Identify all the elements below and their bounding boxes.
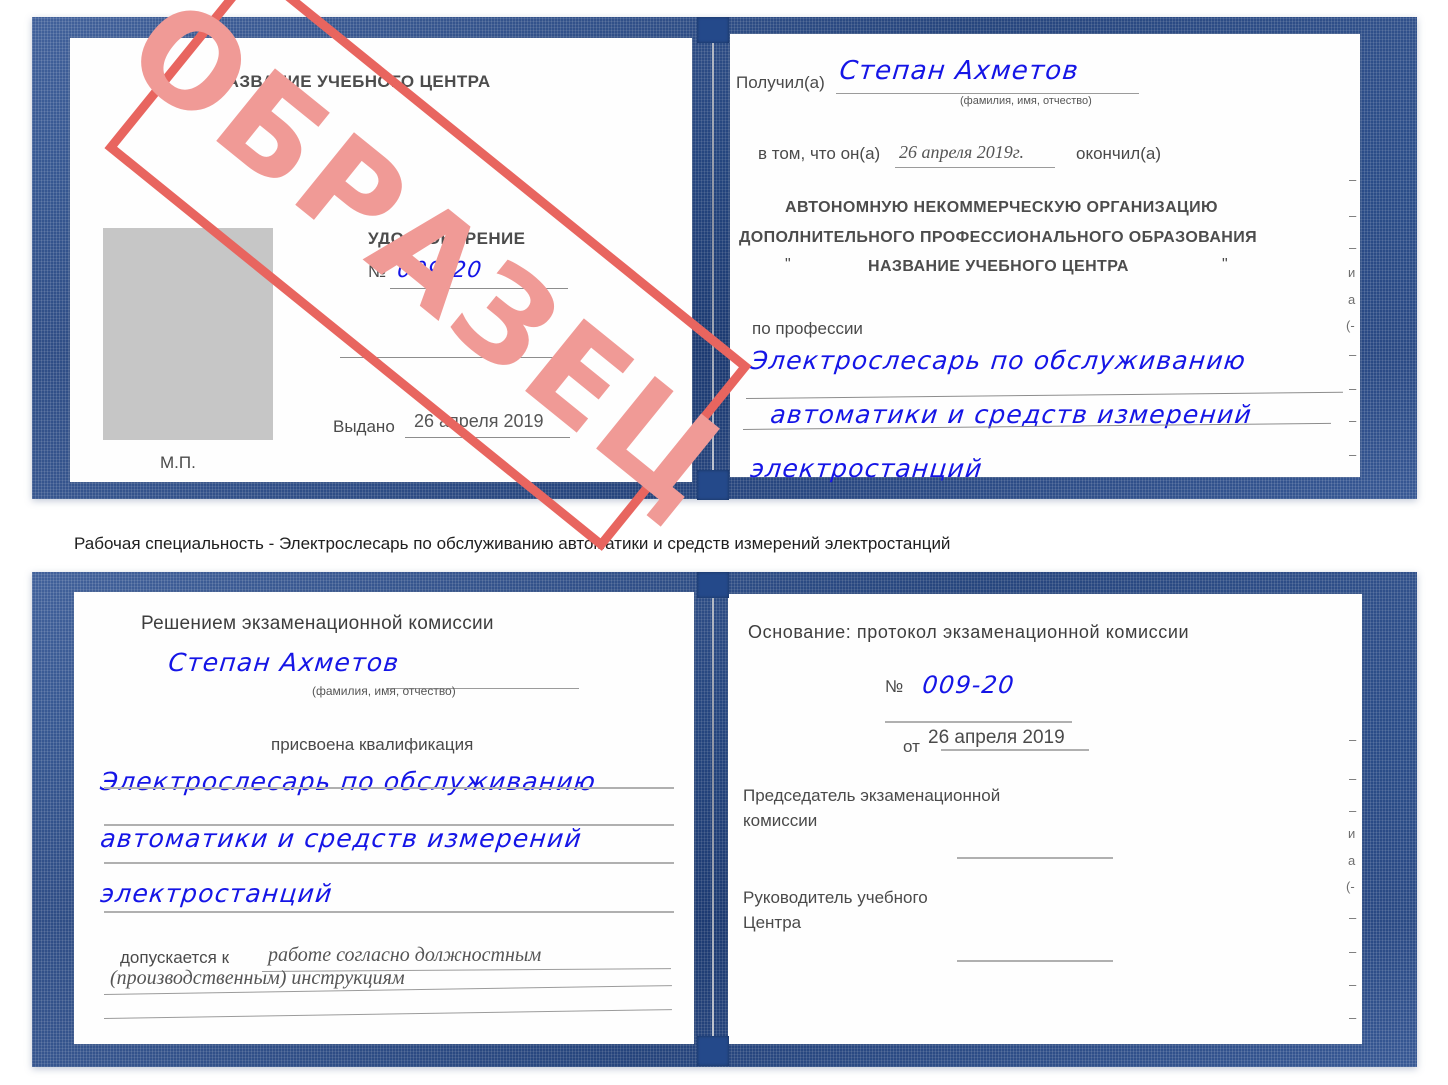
bottom-left-qual-line1: Электрослесарь по обслуживанию <box>99 767 598 796</box>
top-right-edge-mark-0: – <box>1349 172 1357 187</box>
bottom-left-fio-hint: (фамилия, имя, отчество) <box>312 684 456 698</box>
top-left-heading: НАЗВАНИЕ УЧЕБНОГО ЦЕНТРА <box>214 72 491 91</box>
top-left-number-value: 009-20 <box>396 258 484 283</box>
top-right-edge-mark-6: – <box>1349 347 1357 362</box>
top-left-number-label: № <box>368 262 387 281</box>
bottom-right-edge-mark-4: а <box>1348 853 1356 868</box>
bottom-left-qual-rule4 <box>104 911 674 913</box>
top-right-org-line2: ДОПОЛНИТЕЛЬНОГО ПРОФЕССИОНАЛЬНОГО ОБРАЗО… <box>739 229 1258 246</box>
certificate-top-spine-notch <box>697 17 729 43</box>
top-right-profession-line3: электростанций <box>749 454 985 483</box>
top-left-seal-label: М.П. <box>160 453 196 472</box>
bottom-right-chairman-line2: комиссии <box>743 811 818 830</box>
bottom-right-edge-mark-2: – <box>1349 803 1357 818</box>
top-right-received-label: Получил(а) <box>736 73 825 92</box>
top-right-edge-mark-2: – <box>1349 240 1357 255</box>
certificate-top-spine-notch-bottom <box>697 470 729 500</box>
top-right-org-quote-close: " <box>1222 256 1228 273</box>
bottom-right-number-value: 009-20 <box>921 671 1017 699</box>
top-right-profession-label: по профессии <box>752 319 863 338</box>
bottom-right-head-line1: Руководитель учебного <box>743 888 928 907</box>
top-left-title: УДОСТОВЕРЕНИЕ <box>368 229 526 248</box>
bottom-right-edge-mark-6: – <box>1349 910 1357 925</box>
bottom-left-qualification-label: присвоена квалификация <box>271 735 474 754</box>
top-right-that-value: 26 апреля 2019г. <box>899 142 1025 162</box>
photo-placeholder <box>103 228 273 440</box>
bottom-left-qual-line2: автоматики и средств измерений <box>99 824 584 853</box>
bottom-right-number-rule <box>885 721 1072 723</box>
bottom-left-admitted-value1: работе согласно должностным <box>268 944 542 966</box>
bottom-left-qual-rule1 <box>104 787 674 789</box>
top-left-number-rule <box>390 288 568 289</box>
bottom-right-basis-label: Основание: протокол экзаменационной коми… <box>748 622 1190 642</box>
top-right-edge-mark-3: и <box>1348 265 1356 280</box>
certificate-bottom-right-page <box>728 594 1362 1044</box>
caption-text: Рабочая специальность - Электрослесарь п… <box>74 534 951 553</box>
certificate-bottom-spine-notch <box>697 572 729 598</box>
top-left-issued-value: 26 апреля 2019 <box>414 411 544 431</box>
top-right-edge-mark-8: – <box>1349 413 1357 428</box>
certificate-bottom-spine-notch-bottom <box>697 1036 729 1066</box>
bottom-right-head-line2: Центра <box>743 913 802 932</box>
bottom-left-name-value: Степан Ахметов <box>167 648 401 677</box>
bottom-left-admitted-value2: (производственным) инструкциям <box>110 967 405 989</box>
top-right-org-quote-open: " <box>785 256 791 273</box>
top-right-edge-mark-9: – <box>1349 447 1357 462</box>
bottom-right-edge-mark-8: – <box>1349 977 1357 992</box>
top-right-edge-mark-5: (- <box>1346 318 1355 333</box>
bottom-left-admitted-label: допускается к <box>120 948 230 967</box>
top-right-edge-mark-4: а <box>1348 292 1356 307</box>
top-right-fio-hint: (фамилия, имя, отчество) <box>960 95 1092 107</box>
top-right-that-rule <box>895 167 1055 168</box>
certificate-top-spine <box>712 38 714 480</box>
bottom-right-head-signature-rule <box>957 960 1113 962</box>
bottom-right-edge-mark-3: и <box>1348 826 1356 841</box>
bottom-right-edge-mark-9: – <box>1349 1010 1357 1025</box>
bottom-right-chairman-signature-rule <box>957 857 1113 859</box>
top-right-received-rule <box>836 93 1139 94</box>
top-right-finished-label: окончил(а) <box>1076 144 1161 163</box>
top-right-org-line1: АВТОНОМНУЮ НЕКОММЕРЧЕСКУЮ ОРГАНИЗАЦИЮ <box>785 199 1218 216</box>
bottom-right-edge-mark-7: – <box>1349 944 1357 959</box>
top-right-edge-mark-1: – <box>1349 208 1357 223</box>
top-right-received-value: Степан Ахметов <box>838 56 1081 86</box>
top-right-that-label: в том, что он(а) <box>758 144 881 163</box>
top-left-issued-rule <box>405 437 570 438</box>
bottom-right-date-value: 26 апреля 2019 <box>928 727 1065 748</box>
top-right-profession-line1: Электрослесарь по обслуживанию <box>749 346 1248 375</box>
bottom-right-date-label: от <box>903 737 920 756</box>
top-left-blank-rule <box>340 357 569 358</box>
top-right-edge-mark-7: – <box>1349 381 1357 396</box>
bottom-right-chairman-line1: Председатель экзаменационной <box>743 786 1001 805</box>
bottom-left-heading: Решением экзаменационной комиссии <box>141 613 494 634</box>
bottom-left-qual-line3: электростанций <box>99 879 335 908</box>
bottom-right-date-rule <box>941 749 1089 751</box>
bottom-right-number-label: № <box>885 677 904 696</box>
bottom-right-edge-mark-0: – <box>1349 732 1357 747</box>
certificate-bottom-spine <box>712 594 714 1044</box>
top-left-issued-label: Выдано <box>333 417 395 436</box>
top-right-org-line3: НАЗВАНИЕ УЧЕБНОГО ЦЕНТРА <box>868 258 1129 275</box>
bottom-right-edge-mark-1: – <box>1349 771 1357 786</box>
bottom-left-qual-rule3 <box>104 862 674 864</box>
bottom-right-edge-mark-5: (- <box>1346 879 1355 894</box>
scan-stage: НАЗВАНИЕ УЧЕБНОГО ЦЕНТРА УДОСТОВЕРЕНИЕ №… <box>0 0 1448 1085</box>
